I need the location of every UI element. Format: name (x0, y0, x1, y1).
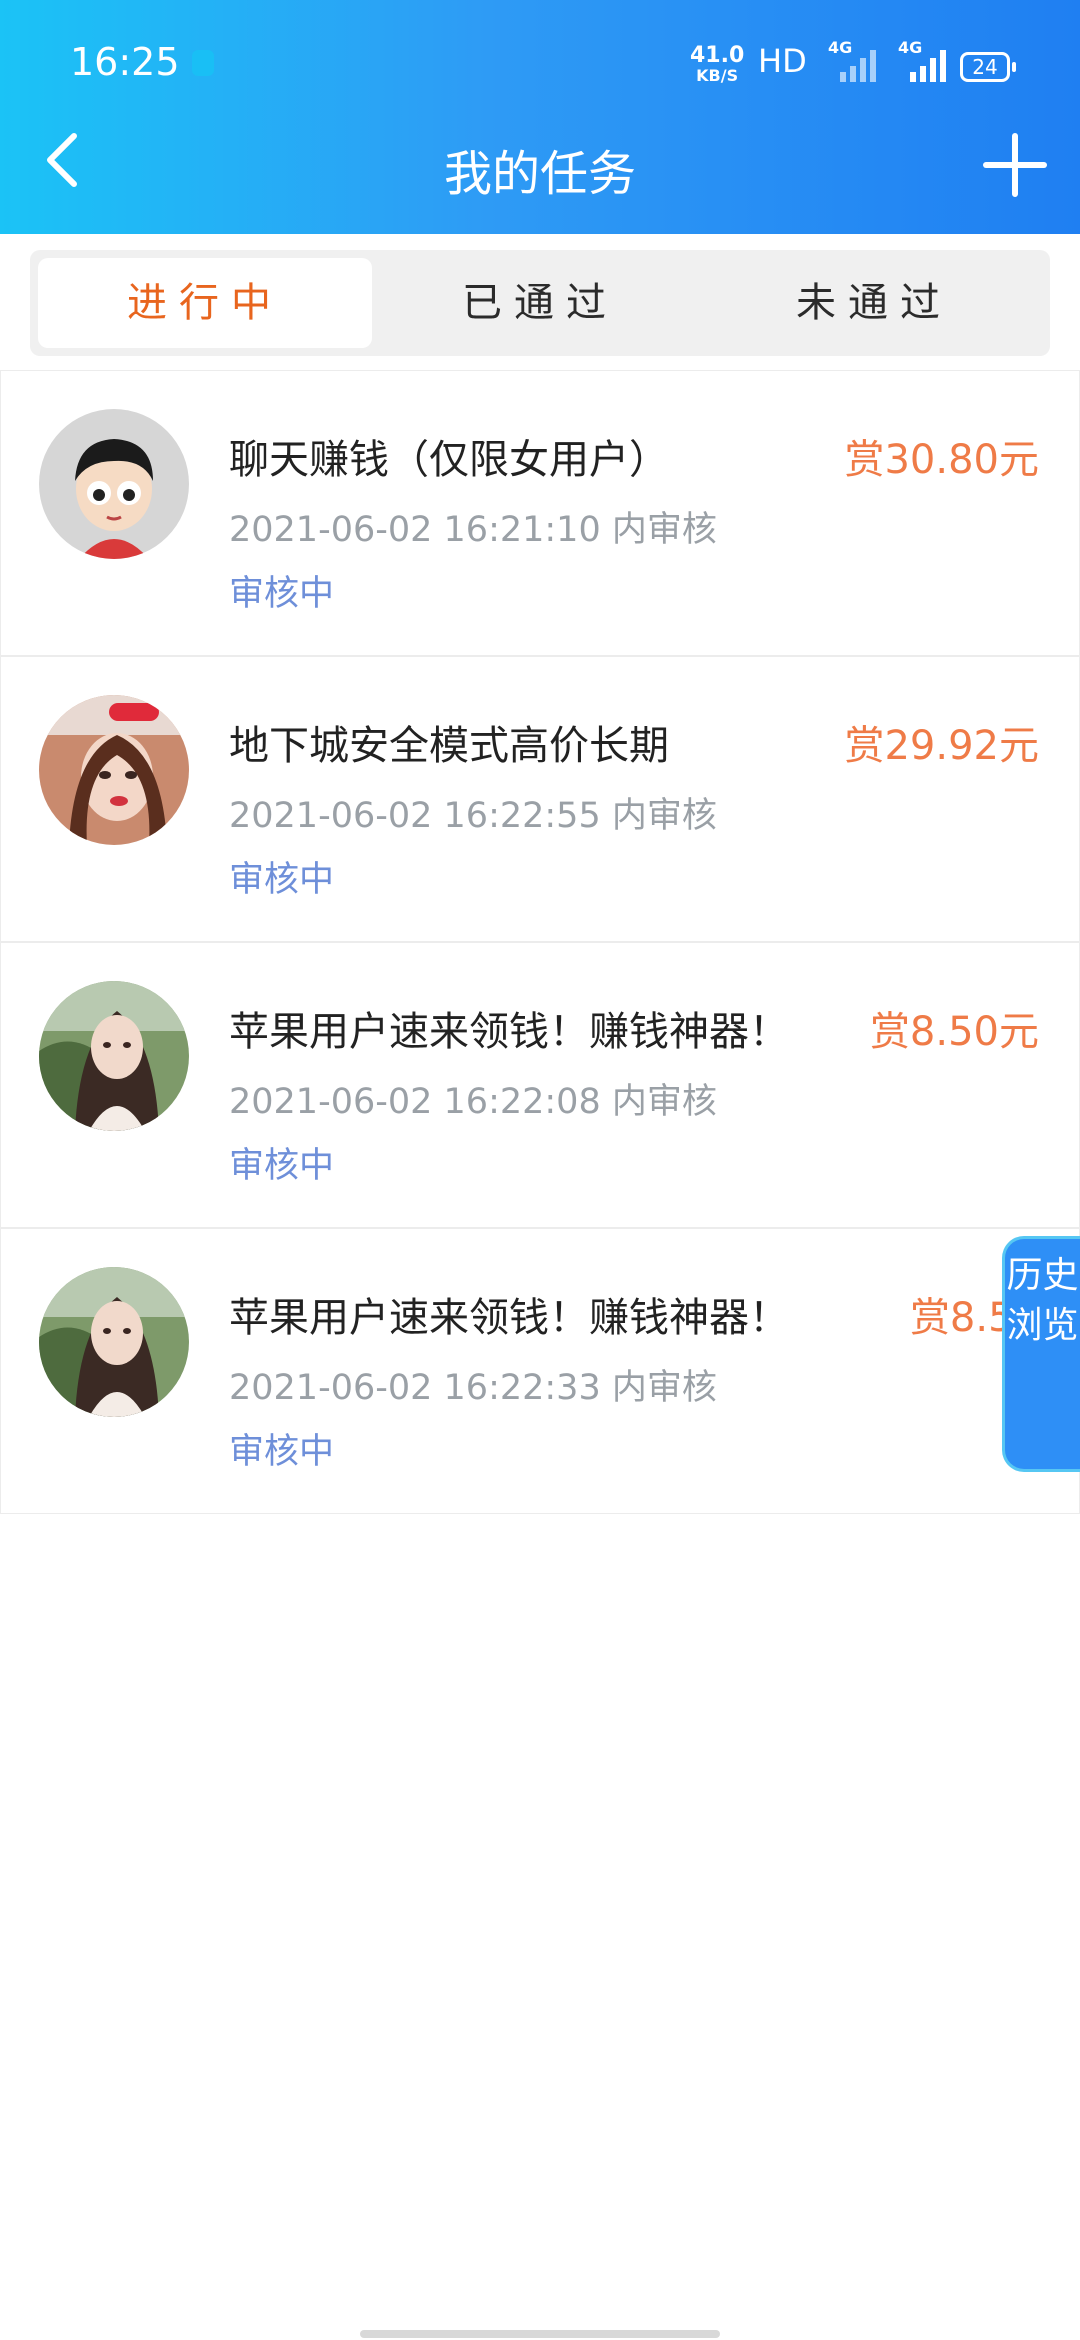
task-reward: 赏29.92元 (844, 723, 1039, 769)
signal-label: 4G (898, 38, 923, 57)
task-deadline: 2021-06-02 16:22:33 内审核 (229, 1368, 717, 1408)
task-title: 聊天赚钱（仅限女用户） (229, 437, 669, 483)
battery-icon: 24 (960, 52, 1016, 82)
task-reward: 赏30.80元 (844, 437, 1039, 483)
page-title: 我的任务 (443, 146, 636, 202)
tab-rejected[interactable]: 未通过 (707, 258, 1041, 348)
avatar (39, 1267, 189, 1417)
network-speed-value: 41.0 (690, 43, 745, 68)
task-item[interactable]: 苹果用户速来领钱！赚钱神器！ 赏8.50元 2021-06-02 16:22:0… (0, 942, 1080, 1228)
task-status: 审核中 (229, 860, 335, 900)
avatar (39, 981, 189, 1131)
task-item[interactable]: 聊天赚钱（仅限女用户） 赏30.80元 2021-06-02 16:21:10 … (0, 370, 1080, 656)
hd-indicator: HD (758, 42, 807, 80)
task-deadline: 2021-06-02 16:21:10 内审核 (229, 510, 717, 550)
network-speed: 41.0 KB/S (690, 43, 745, 86)
task-title: 苹果用户速来领钱！赚钱神器！ (229, 1295, 789, 1341)
status-tabs: 进行中 已通过 未通过 (30, 250, 1050, 356)
avatar (39, 409, 189, 559)
signal-icon: 4G (898, 38, 958, 82)
task-status: 审核中 (229, 1146, 335, 1186)
signal-icon: 4G (828, 38, 888, 82)
task-deadline: 2021-06-02 16:22:55 内审核 (229, 796, 717, 836)
history-button[interactable]: 历史浏览 (1002, 1236, 1080, 1472)
plus-icon[interactable] (980, 130, 1050, 200)
home-indicator[interactable] (360, 2330, 720, 2338)
avatar (39, 695, 189, 845)
task-title: 地下城安全模式高价长期 (229, 723, 669, 769)
notification-icon (192, 50, 214, 76)
task-item[interactable]: 地下城安全模式高价长期 赏29.92元 2021-06-02 16:22:55 … (0, 656, 1080, 942)
task-deadline: 2021-06-02 16:22:08 内审核 (229, 1082, 717, 1122)
task-reward: 赏8.50元 (869, 1009, 1039, 1055)
network-speed-unit: KB/S (696, 66, 739, 85)
task-status: 审核中 (229, 1432, 335, 1472)
status-time: 16:25 (70, 40, 180, 84)
status-bar: 16:25 41.0 KB/S HD 4G 4G 24 (0, 28, 1080, 98)
task-item[interactable]: 苹果用户速来领钱！赚钱神器！ 赏8.50 2021-06-02 16:22:33… (0, 1228, 1080, 1514)
tab-approved[interactable]: 已通过 (373, 258, 707, 348)
signal-label: 4G (828, 38, 853, 57)
task-status: 审核中 (229, 574, 335, 614)
task-title: 苹果用户速来领钱！赚钱神器！ (229, 1009, 789, 1055)
tab-in-progress[interactable]: 进行中 (38, 258, 372, 348)
app-header: 16:25 41.0 KB/S HD 4G 4G 24 我的任务 (0, 0, 1080, 234)
